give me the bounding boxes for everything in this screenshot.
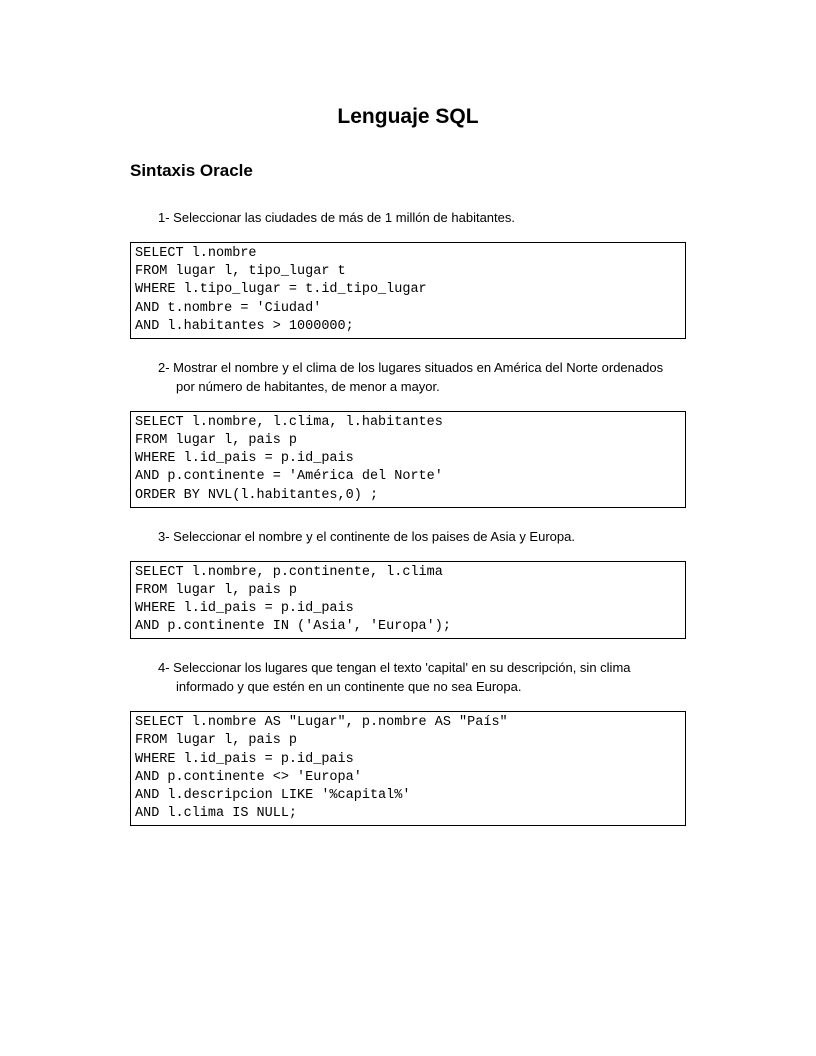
question-block-1: 1- Seleccionar las ciudades de más de 1 … — [130, 209, 686, 339]
question-label: 1- Seleccionar las ciudades de más de 1 … — [158, 209, 676, 228]
code-box: SELECT l.nombre FROM lugar l, tipo_lugar… — [130, 242, 686, 339]
code-box: SELECT l.nombre, p.continente, l.clima F… — [130, 561, 686, 640]
section-heading: Sintaxis Oracle — [130, 161, 686, 181]
question-label: 2- Mostrar el nombre y el clima de los l… — [158, 359, 676, 397]
code-box: SELECT l.nombre AS "Lugar", p.nombre AS … — [130, 711, 686, 826]
code-box: SELECT l.nombre, l.clima, l.habitantes F… — [130, 411, 686, 508]
question-block-2: 2- Mostrar el nombre y el clima de los l… — [130, 359, 686, 508]
question-block-4: 4- Seleccionar los lugares que tengan el… — [130, 659, 686, 826]
question-block-3: 3- Seleccionar el nombre y el continente… — [130, 528, 686, 640]
question-text: 1- Seleccionar las ciudades de más de 1 … — [158, 209, 686, 228]
page-title: Lenguaje SQL — [130, 105, 686, 129]
question-text: 3- Seleccionar el nombre y el continente… — [158, 528, 686, 547]
question-label: 3- Seleccionar el nombre y el continente… — [158, 528, 676, 547]
question-label: 4- Seleccionar los lugares que tengan el… — [158, 659, 676, 697]
question-text: 2- Mostrar el nombre y el clima de los l… — [158, 359, 686, 397]
question-text: 4- Seleccionar los lugares que tengan el… — [158, 659, 686, 697]
